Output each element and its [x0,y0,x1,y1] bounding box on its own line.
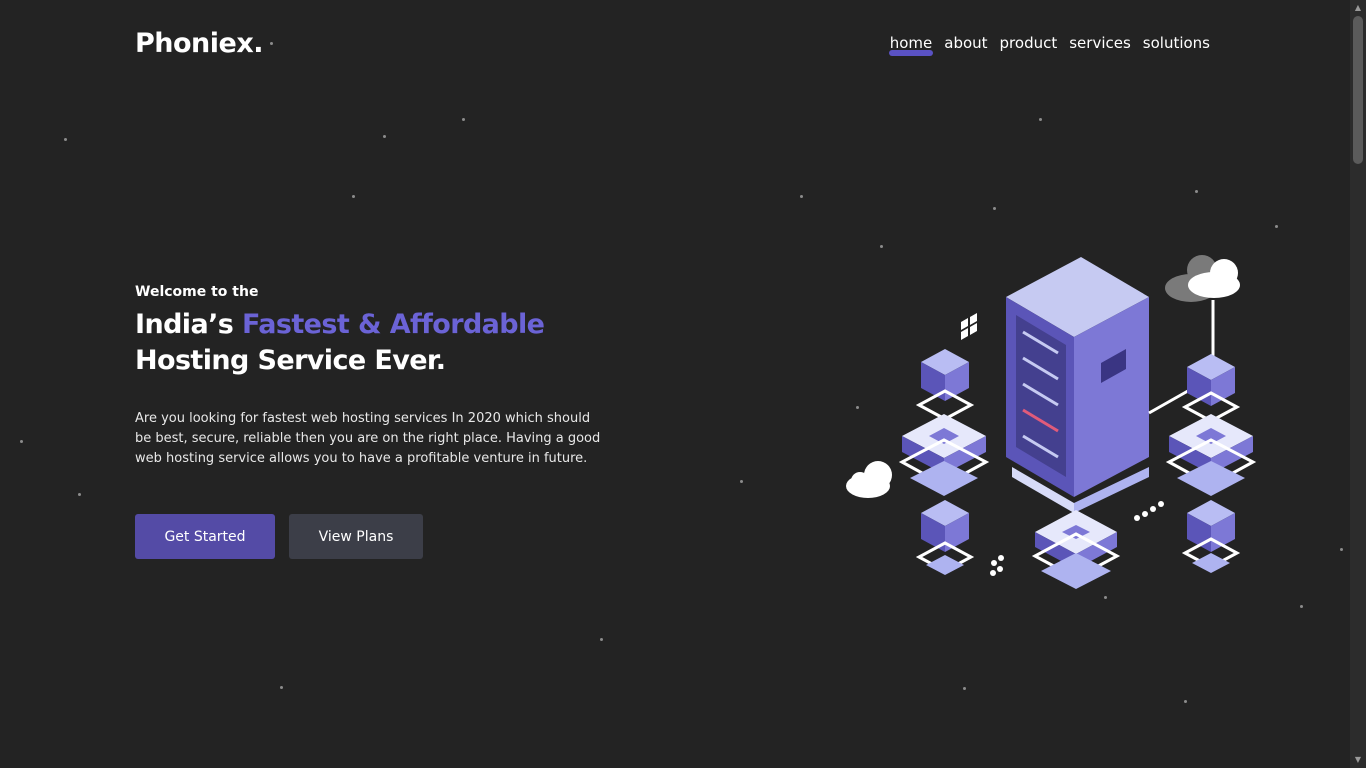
storage-box-left [898,414,990,496]
nav-item-solutions[interactable]: solutions [1143,34,1210,56]
cloud-icon-left [846,461,892,498]
small-server-cube-top-right [1181,354,1241,423]
brand-logo[interactable]: Phoniex. [135,28,264,59]
hero-welcome-text: Welcome to the [135,284,259,300]
scrollbar-thumb[interactable] [1353,16,1363,164]
small-server-cube-top-left [915,349,975,421]
main-nav: home about product services solutions [888,34,1210,56]
hero-section: Welcome to the India’s Fastest & Afforda… [135,284,635,559]
nav-item-about[interactable]: about [944,34,987,56]
headline-accent: Fastest & Affordable [242,309,545,340]
headline-prefix: India’s [135,309,242,340]
nav-item-home[interactable]: home [888,34,933,56]
window-icon [961,313,977,340]
storage-box-right [1165,414,1257,496]
small-server-cube-bottom-left [915,500,975,575]
hero-actions: Get Started View Plans [135,514,635,559]
headline-line-2: Hosting Service Ever. [135,345,446,376]
small-server-cube-bottom-right [1181,500,1241,573]
hero-description: Are you looking for fastest web hosting … [135,411,601,466]
get-started-button[interactable]: Get Started [135,514,275,559]
nav-item-services[interactable]: services [1069,34,1131,56]
nav-item-product[interactable]: product [1000,34,1058,56]
cloud-icon-right [1165,255,1240,367]
vertical-scrollbar[interactable]: ▲ ▼ [1350,0,1366,768]
server-hosting-illustration [836,245,1266,600]
hero-headline: India’s Fastest & Affordable Hosting Ser… [135,307,635,379]
scroll-down-arrow-icon[interactable]: ▼ [1350,752,1366,768]
scroll-up-arrow-icon[interactable]: ▲ [1350,0,1366,16]
storage-box-center [1031,510,1121,589]
view-plans-button[interactable]: View Plans [289,514,423,559]
